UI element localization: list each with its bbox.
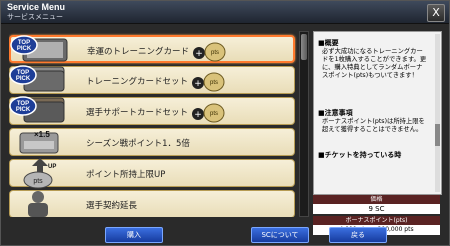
ticket-heading: ■チケットを持っている時 [318,151,402,159]
service-list: TOP PICK 幸運のトレーニングカード + pts TOP PICK トレー… [9,31,299,217]
plus-pts-icon: + pts [192,72,225,92]
close-button[interactable]: X [427,4,445,22]
close-icon: X [432,6,440,19]
back-button[interactable]: 戻る [329,227,387,243]
svg-text:pts: pts [33,178,43,185]
x1-5-multiplier-icon: ×1.5 [19,130,59,154]
svg-text:+: + [194,79,202,89]
svg-text:pts: pts [210,80,218,86]
item-label: 選手サポートカードセット [86,108,189,118]
player-contract-icon [28,191,48,217]
list-item-contract-extension[interactable]: 選手契約延長 [9,190,295,217]
buy-button[interactable]: 購入 [105,227,163,243]
list-item-points-cap-up[interactable]: UP pts ポイント所持上限UP [9,158,295,189]
list-item-training-card-set[interactable]: TOP PICK トレーニングカードセット + pts [9,65,295,94]
overview-text: 必ず大成功になるトレーニングカードを1枚購入することができます。更に、購入特典と… [322,48,427,79]
window-subtitle: サービスメニュー [7,14,63,21]
pts-up-icon: UP pts [23,158,56,189]
svg-text:pts: pts [210,111,218,117]
window-title: Service Menu [7,2,66,12]
title-bar[interactable]: Service Menu サービスメニュー X [1,1,449,24]
top-pick-support-card-icon: TOP PICK [9,96,65,123]
svg-text:PICK: PICK [16,107,31,113]
list-item-lucky-training-card[interactable]: TOP PICK 幸運のトレーニングカード + pts [9,35,295,63]
service-menu-window: Service Menu サービスメニュー X TOP PICK 幸運のトレーニ… [0,0,450,246]
about-sc-button[interactable]: SCについて [251,227,309,243]
top-pick-card-set-icon: TOP PICK [9,65,65,92]
list-item-season-points-boost[interactable]: ×1.5 シーズン戦ポイント1．5倍 [9,128,295,156]
svg-text:×1.5: ×1.5 [34,130,50,139]
price-label: 価格 [313,195,440,204]
item-label: シーズン戦ポイント1．5倍 [86,139,190,149]
bonus-points-label: ボーナスポイント(pts) [313,216,440,225]
plus-pts-icon: + pts [193,42,226,62]
item-label: トレーニングカードセット [86,77,189,87]
list-item-player-support-card-set[interactable]: TOP PICK 選手サポートカードセット + pts [9,96,295,125]
svg-text:UP: UP [48,164,56,170]
svg-text:PICK: PICK [17,46,32,52]
svg-text:pts: pts [211,50,219,56]
price-value: 9 SC [313,204,440,214]
svg-text:PICK: PICK [16,76,31,82]
description-scrollbar-thumb[interactable] [435,124,440,146]
description-scrollbar[interactable] [435,34,440,192]
svg-text:+: + [195,49,203,59]
item-label: 幸運のトレーニングカード [87,47,190,57]
list-scrollbar[interactable] [299,31,309,217]
item-label: 選手契約延長 [86,201,138,211]
svg-text:+: + [194,110,202,120]
plus-pts-icon: + pts [192,103,225,123]
description-panel: ■概要 必ず大成功になるトレーニングカードを1枚購入することができます。更に、購… [313,31,442,195]
top-pick-card-icon: TOP PICK [10,35,68,62]
notes-text: ボーナスポイント(pts)は所持上限を超えて獲得することはできません。 [322,118,425,133]
notes-heading: ■注意事項 [318,109,353,117]
list-scrollbar-thumb[interactable] [301,34,307,60]
overview-heading: ■概要 [318,39,339,47]
item-label: ポイント所持上限UP [86,170,166,180]
